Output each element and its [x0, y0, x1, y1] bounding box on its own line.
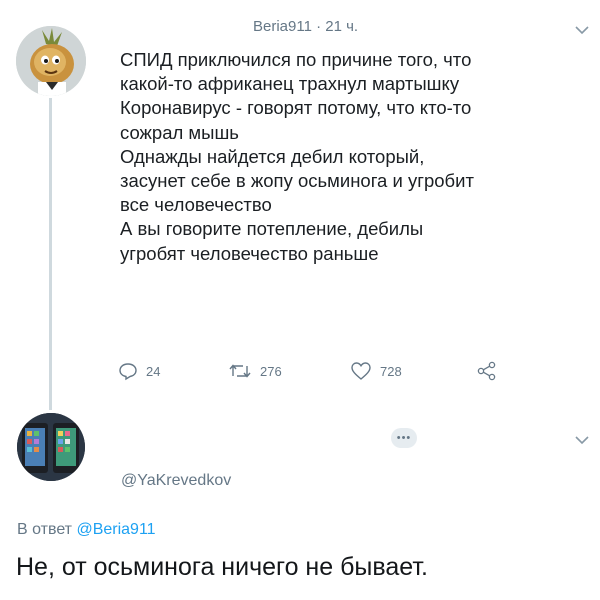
- retweet-button[interactable]: 276: [228, 358, 282, 384]
- tweet-actions: 24 276 728: [118, 358, 538, 384]
- phones-avatar-image: [17, 413, 85, 481]
- like-button[interactable]: 728: [350, 358, 402, 384]
- user-avatar-phones[interactable]: [17, 413, 85, 481]
- tweet-line: СПИД приключился по причине того, что: [120, 49, 472, 70]
- tweet-line: угробят человечество раньше: [120, 242, 379, 264]
- like-icon: [351, 362, 371, 380]
- tweet-line: все человечество: [120, 194, 272, 216]
- thread-line: [49, 98, 52, 410]
- reply-to-line: В ответ @Beria911: [17, 521, 156, 539]
- chevron-down-icon[interactable]: [571, 22, 593, 38]
- share-icon: [477, 361, 496, 381]
- onion-avatar-image: [16, 26, 86, 96]
- reply-to-mention[interactable]: @Beria911: [76, 521, 155, 538]
- tweet-thread: Beria911 · 21 ч. СПИД приключился по при…: [0, 0, 600, 600]
- user-avatar-onion[interactable]: [16, 26, 86, 96]
- reply-count: 24: [146, 363, 161, 379]
- reply-author-handle[interactable]: @YaKrevedkov: [121, 472, 231, 490]
- retweet-icon: [229, 364, 251, 378]
- tweet-line: сожрал мышь: [120, 121, 239, 143]
- tweet-line: Однажды найдется дебил который,: [120, 145, 425, 167]
- tweet-line: засунет себе в жопу осьминога и угробит: [120, 170, 474, 192]
- more-options-badge[interactable]: •••: [391, 428, 417, 448]
- tweet-line: А вы говорите потепление, дебилы: [120, 218, 424, 240]
- reply-icon: [119, 363, 137, 381]
- reply-button[interactable]: 24: [118, 358, 160, 384]
- reply-body: Не, от осьминога ничего не бывает.: [16, 553, 428, 581]
- tweet-author-time[interactable]: Beria911 · 21 ч.: [253, 18, 358, 40]
- retweet-count: 276: [260, 363, 282, 379]
- like-count: 728: [380, 363, 402, 379]
- tweet-line: какой-то африканец трахнул мартышку: [120, 73, 460, 95]
- chevron-down-icon[interactable]: [571, 432, 593, 448]
- share-button[interactable]: [476, 358, 506, 384]
- tweet-line: Коронавирус - говорят потому, что кто-то: [120, 97, 472, 119]
- tweet-body: СПИД приключился по причине того, что ка…: [120, 48, 590, 266]
- reply-to-prefix: В ответ: [17, 521, 77, 538]
